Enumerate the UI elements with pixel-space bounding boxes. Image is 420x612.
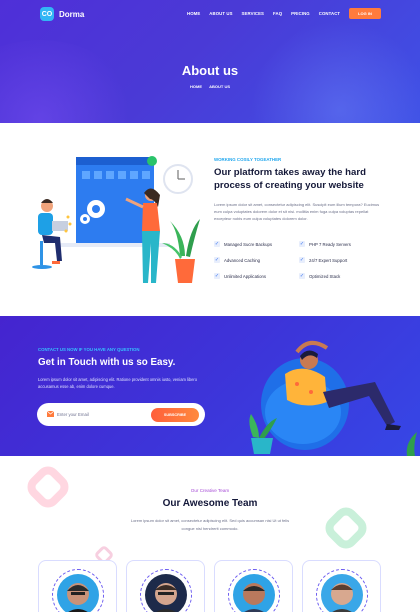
contact-eyebrow: CONTACT US NOW IF YOU HAVE ANY QUESTION [38,347,140,352]
team-member-card[interactable] [302,560,381,612]
about-heading: Our platform takes away the hard process… [214,167,366,191]
feature-item: ✓ Optimized Stack [299,273,341,279]
team-description: Lorem ipsum dolor sit amet, consectetur … [130,518,290,531]
check-icon: ✓ [214,241,220,247]
feature-list: ✓ Managed Sucre Backups ✓ PHP 7 Ready Serv… [214,241,384,279]
breadcrumb: HOME ABOUT US [0,84,420,89]
team-section: Our Creative Team Our Awesome Team Lorem… [0,456,420,612]
nav-contact[interactable]: CONTACT [319,11,340,16]
feature-item: ✓ Managed Sucre Backups [214,241,273,247]
feature-item: ✓ Unlimited Applications [214,273,267,279]
team-member-card[interactable] [38,560,117,612]
avatar-frame [140,569,192,612]
breadcrumb-current: ABOUT US [209,84,230,89]
check-icon: ✓ [214,273,220,279]
feature-item: ✓ PHP 7 Ready Servers [299,241,351,247]
avatar [321,574,363,612]
check-icon: ✓ [299,241,305,247]
nav-home[interactable]: HOME [187,11,200,16]
check-icon: ✓ [214,257,220,263]
about-section: WORKING COSILY TOGEATHER Our platform ta… [0,123,420,316]
logo-icon: CO [40,7,54,21]
contact-section: CONTACT US NOW IF YOU HAVE ANY QUESTION … [0,316,420,456]
logo[interactable]: CO Dorma [40,7,84,21]
login-button[interactable]: LOG IN [349,8,381,19]
avatar-frame [52,569,104,612]
feature-item: ✓ 24/7 Expert Support [299,257,348,263]
relaxing-person-illustration [249,340,417,456]
breadcrumb-home[interactable]: HOME [190,84,202,89]
avatar-frame [316,569,368,612]
avatar [233,574,275,612]
avatar [57,574,99,612]
contact-heading: Get in Touch with us so Easy. [38,357,176,368]
subscribe-button[interactable]: SUBSCRIBE [151,408,199,422]
main-nav: HOME ABOUT US SERVICES FAQ PRICING CONTA… [187,11,340,16]
check-icon: ✓ [299,273,305,279]
subscribe-form: SUBSCRIBE [37,403,205,426]
check-icon: ✓ [299,257,305,263]
email-input[interactable] [57,408,157,421]
hero-glow [0,40,140,123]
feature-item: ✓ Advanced Caching [214,257,261,263]
nav-about-us[interactable]: ABOUT US [209,11,232,16]
avatar [145,574,187,612]
nav-faq[interactable]: FAQ [273,11,282,16]
brand-name: Dorma [59,9,85,19]
team-eyebrow: Our Creative Team [190,488,230,493]
page-title: About us [181,63,239,78]
contact-description: Lorem ipsum dolor sit amet, adipiscing e… [38,377,198,389]
about-eyebrow: WORKING COSILY TOGEATHER [214,157,282,162]
about-description: Lorem ipsum dolor sit amet, consectetur … [214,202,380,221]
hero-banner: CO Dorma HOME ABOUT US SERVICES FAQ PRIC… [0,0,420,123]
nav-services[interactable]: SERVICES [242,11,264,16]
envelope-icon [47,411,54,417]
team-heading: Our Awesome Team [162,498,258,509]
team-member-card[interactable] [126,560,205,612]
team-working-illustration [32,156,200,283]
decorative-diamond [325,507,367,549]
team-member-card[interactable] [214,560,293,612]
avatar-frame [228,569,280,612]
nav-pricing[interactable]: PRICING [291,11,310,16]
